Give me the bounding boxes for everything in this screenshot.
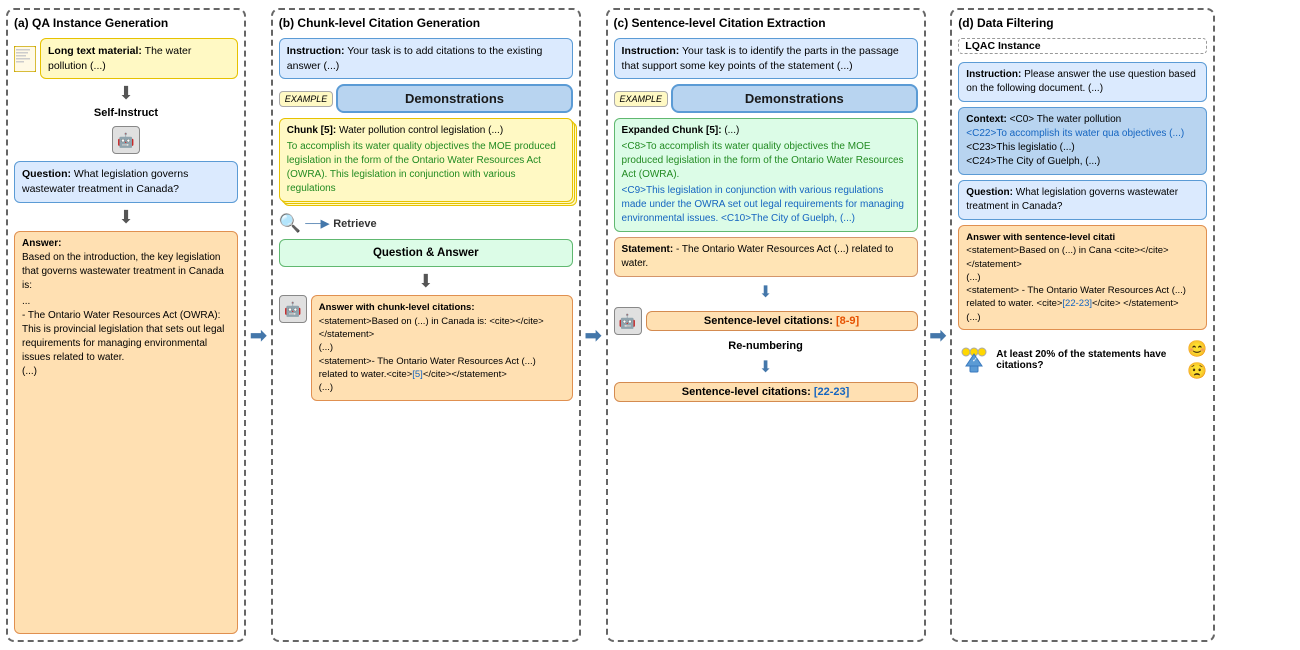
context-c23: <C23>This legislatio (...) — [966, 141, 1199, 155]
instruction-box-c: Instruction: Your task is to identify th… — [614, 38, 918, 79]
instruction-label-b: Instruction: — [287, 45, 345, 57]
demonstrations-row-c: EXAMPLE Demonstrations — [614, 84, 918, 113]
demonstrations-box-c: Demonstrations — [671, 84, 917, 113]
svg-text:✓: ✓ — [964, 357, 970, 364]
magnify-icon: 🔍 — [279, 213, 301, 234]
robot-answer-row-b: 🤖 Answer with chunk-level citations: <st… — [279, 295, 573, 400]
demonstrations-box-b: Demonstrations — [336, 84, 572, 113]
filter-icon: ✓ ✓ ✓ — [958, 344, 990, 376]
context-c24: <C24>The City of Guelph, (...) — [966, 155, 1199, 169]
context-c0: <C0> The water pollution — [1010, 114, 1122, 125]
section-c-title: (c) Sentence-level Citation Extraction — [614, 16, 918, 30]
lqac-label: LQAC Instance — [958, 38, 1207, 54]
chunk-box-b: Chunk [5]: Water pollution control legis… — [279, 118, 573, 202]
answer-chunk-label: Answer with chunk-level citations: — [319, 302, 475, 313]
sent-citations-2: Sentence-level citations: [22-23] — [614, 382, 918, 402]
example-label-c: EXAMPLE — [614, 91, 669, 107]
answer-box-d: Answer with sentence-level citati <state… — [958, 225, 1207, 330]
statement-label-c: Statement: — [622, 244, 674, 255]
question-label-d: Question: — [966, 187, 1013, 198]
section-a-title: (a) QA Instance Generation — [14, 16, 238, 30]
main-container: (a) QA Instance Generation Long text mat… — [0, 0, 1300, 650]
chunk-stacked: Chunk [5]: Water pollution control legis… — [279, 118, 573, 202]
section-b: (b) Chunk-level Citation Generation Inst… — [271, 8, 581, 642]
arrow-down-c2: ⬇ — [614, 357, 918, 377]
chunk-retrieve-row: Chunk [5]: Water pollution control legis… — [279, 118, 573, 202]
instruction-box-b: Instruction: Your task is to add citatio… — [279, 38, 573, 79]
yes-emoji: 😊 — [1187, 339, 1207, 359]
svg-text:✓: ✓ — [980, 357, 986, 364]
example-badge-b: EXAMPLE — [279, 84, 334, 113]
section-d-title: (d) Data Filtering — [958, 16, 1207, 30]
renumbering-label: Re-numbering — [614, 340, 918, 352]
expanded-label: Expanded Chunk [5]: — [622, 125, 722, 136]
doc-row: Long text material: The water pollution … — [14, 38, 238, 79]
filter-answers: 😊 😟 — [1187, 339, 1207, 381]
self-instruct-label: Self-Instruct — [14, 107, 238, 119]
section-a: (a) QA Instance Generation Long text mat… — [6, 8, 246, 642]
sent-citations-1: Sentence-level citations: [8-9] — [646, 311, 918, 331]
retrieve-row: 🔍 ──▶ Retrieve — [279, 213, 573, 234]
arrow-self-instruct: ⬇ — [14, 84, 238, 102]
context-box-d: Context: <C0> The water pollution <C22>T… — [958, 107, 1207, 175]
robot-icon-b: 🤖 — [279, 295, 307, 323]
robot-icon: 🤖 — [112, 126, 140, 154]
answer-label-a: Answer: — [22, 238, 61, 249]
instruction-box-d: Instruction: Please answer the use quest… — [958, 62, 1207, 102]
chunk-highlight-b: To accomplish its water quality objectiv… — [287, 140, 565, 196]
expanded-chunk-box: Expanded Chunk [5]: (...) <C8>To accompl… — [614, 118, 918, 232]
answer-chunk-box: Answer with chunk-level citations: <stat… — [311, 295, 573, 400]
instruction-label-d: Instruction: — [966, 69, 1021, 80]
context-c22: <C22>To accomplish its water qua objecti… — [966, 127, 1199, 141]
section-c: (c) Sentence-level Citation Extraction I… — [606, 8, 926, 642]
section-d: (d) Data Filtering LQAC Instance Instruc… — [950, 8, 1215, 642]
example-label-b: EXAMPLE — [279, 91, 334, 107]
qa-box-b: Question & Answer — [279, 239, 573, 267]
filter-question-text: At least 20% of the statements have cita… — [996, 349, 1181, 371]
sent-citations-2-value: [22-23] — [814, 386, 849, 398]
arrow-b-c: ➡ — [585, 8, 602, 642]
answer-text-d: <statement>Based on (...) in Cana <cite>… — [966, 244, 1199, 324]
expanded-c9: <C9>This legislation in conjunction with… — [622, 184, 910, 226]
answer-box-a: Answer: Based on the introduction, the k… — [14, 231, 238, 634]
filter-row: ✓ ✓ ✓ At least 20% of the statements hav… — [958, 339, 1207, 381]
question-box-d: Question: What legislation governs waste… — [958, 180, 1207, 220]
chunk-label-b: Chunk [5]: — [287, 125, 336, 136]
robot-row: 🤖 — [14, 126, 238, 154]
expanded-prefix: (...) — [724, 125, 739, 136]
demonstrations-row-b: EXAMPLE Demonstrations — [279, 84, 573, 113]
answer-list-a: ...- The Ontario Water Resources Act (OW… — [22, 295, 230, 379]
example-badge-c: EXAMPLE — [614, 84, 669, 113]
answer-chunk-text: <statement>Based on (...) in Canada is: … — [319, 315, 565, 395]
question-label-a: Question: — [22, 168, 71, 180]
right-arrow-cd: ➡ — [930, 323, 947, 348]
sent-citations-2-label: Sentence-level citations: — [682, 386, 811, 398]
answer-label-d: Answer with sentence-level citati — [966, 232, 1115, 243]
instruction-label-c: Instruction: — [622, 45, 680, 57]
sent-citations-1-value: [8-9] — [836, 315, 859, 327]
sent-citations-1-label: Sentence-level citations: — [704, 315, 833, 327]
sent-citations-row-1: 🤖 Sentence-level citations: [8-9] — [614, 307, 918, 335]
section-b-title: (b) Chunk-level Citation Generation — [279, 16, 573, 30]
no-emoji: 😟 — [1187, 361, 1207, 381]
arrow-c-d: ➡ — [930, 8, 947, 642]
arrow-retrieve: ──▶ — [305, 217, 329, 230]
answer-text-a: Based on the introduction, the key legis… — [22, 251, 230, 293]
context-label-d: Context: — [966, 114, 1007, 125]
robot-icon-c: 🤖 — [614, 307, 642, 335]
arrow-a-b: ➡ — [250, 8, 267, 642]
retrieve-label: Retrieve — [333, 218, 376, 230]
right-arrow-ab: ➡ — [250, 323, 267, 348]
long-text-label: Long text material: — [48, 45, 142, 57]
expanded-c8: <C8>To accomplish its water quality obje… — [622, 140, 910, 182]
arrow-down-b: ⬇ — [279, 272, 573, 290]
statement-box-c: Statement: - The Ontario Water Resources… — [614, 237, 918, 277]
arrow-down-a: ⬇ — [14, 208, 238, 226]
long-text-box: Long text material: The water pollution … — [40, 38, 238, 79]
right-arrow-bc: ➡ — [585, 323, 602, 348]
svg-text:✓: ✓ — [972, 357, 978, 364]
arrow-down-c1: ⬇ — [614, 282, 918, 302]
question-box-a: Question: What legislation governs waste… — [14, 161, 238, 202]
document-icon — [14, 46, 36, 72]
